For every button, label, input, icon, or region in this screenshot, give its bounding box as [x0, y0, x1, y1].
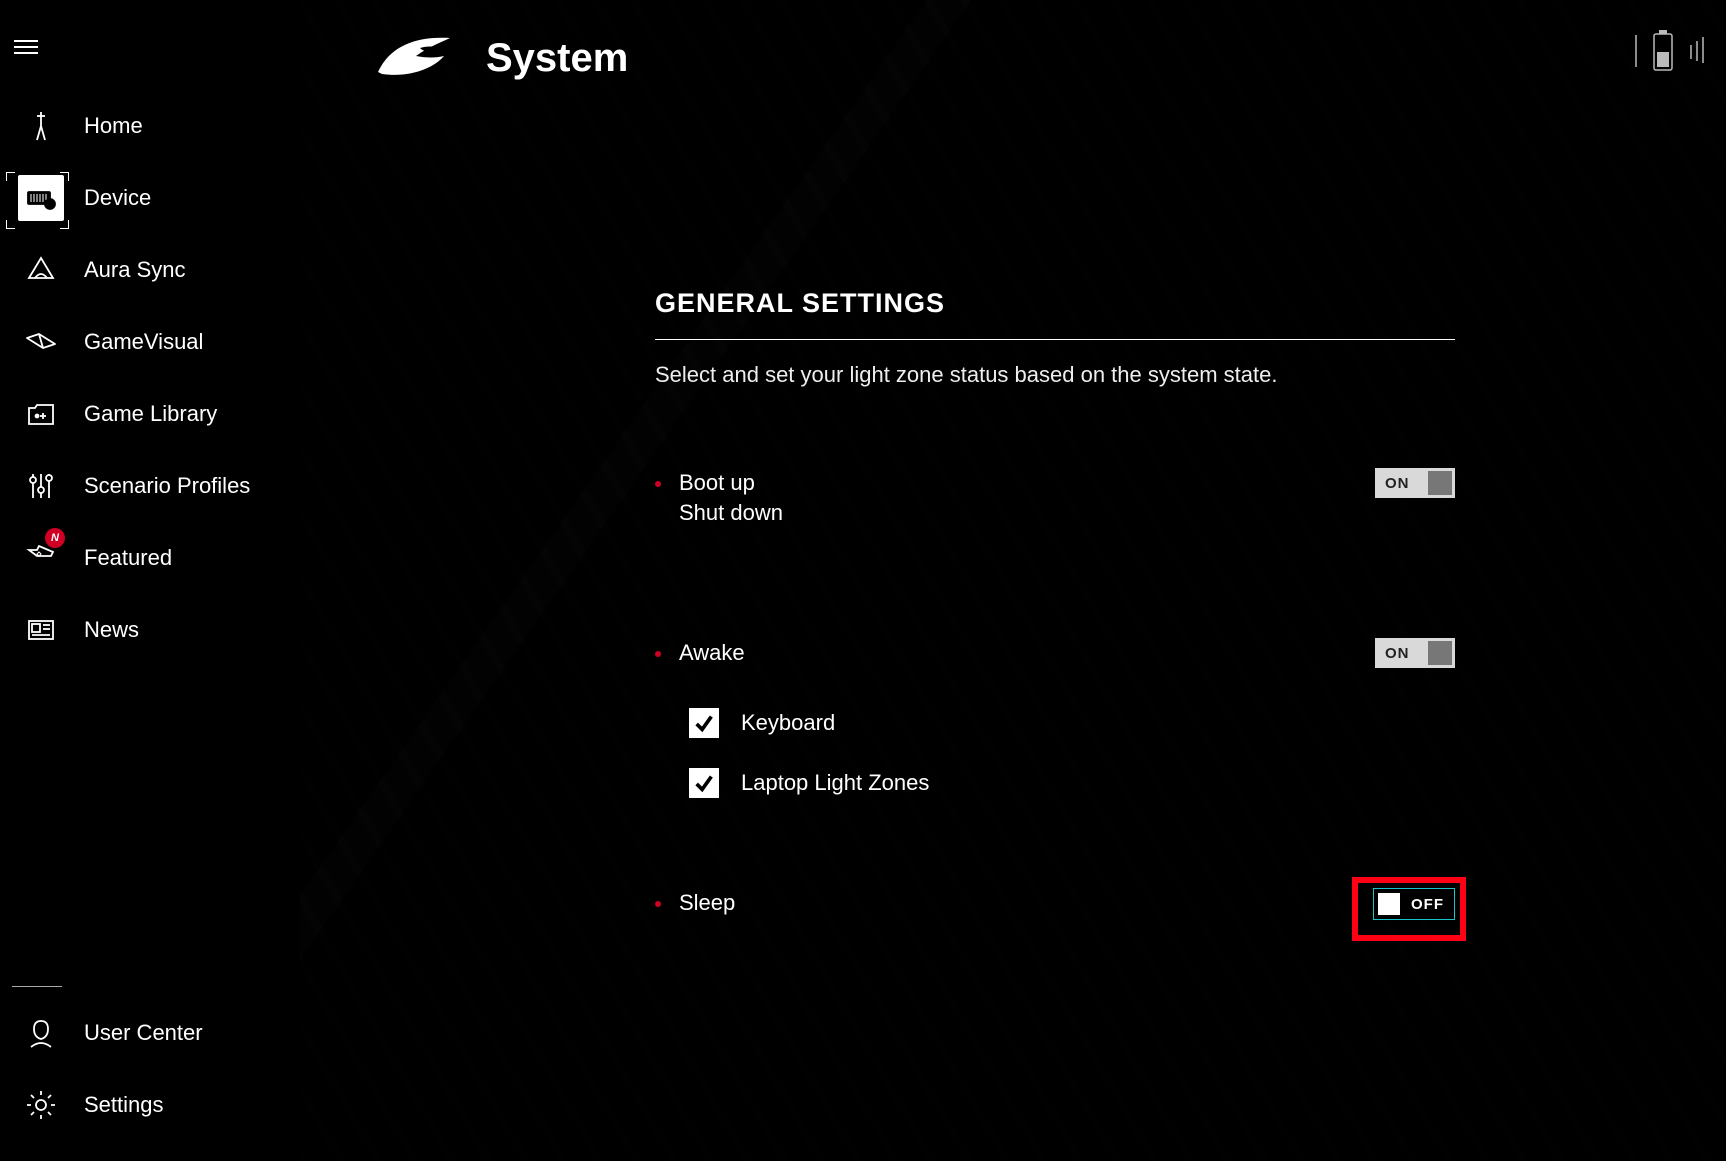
- toggle-awake-label: ON: [1385, 645, 1410, 662]
- sidebar-item-label: User Center: [84, 1020, 203, 1046]
- bullet-icon: [655, 901, 661, 907]
- battery-icon: [1648, 28, 1678, 79]
- sidebar-item-label: Device: [84, 185, 151, 211]
- divider: [12, 986, 62, 987]
- sidebar-item-game-library[interactable]: Game Library: [0, 378, 300, 450]
- home-icon: [18, 103, 64, 149]
- scenario-profiles-icon: [18, 463, 64, 509]
- toggle-boot-label: ON: [1385, 475, 1410, 492]
- divider-icon: [1634, 31, 1638, 76]
- page-title: System: [486, 36, 628, 81]
- signal-icon: [1688, 31, 1712, 76]
- menu-toggle-button[interactable]: [14, 36, 44, 58]
- aura-sync-icon: [18, 247, 64, 293]
- bullet-icon: [655, 651, 661, 657]
- user-center-icon: [18, 1010, 64, 1056]
- sidebar: Home Device Aura Sync GameVisual: [0, 0, 300, 1161]
- sidebar-item-device[interactable]: Device: [0, 162, 300, 234]
- sidebar-item-scenario-profiles[interactable]: Scenario Profiles: [0, 450, 300, 522]
- boot-label-line2: Shut down: [679, 498, 783, 528]
- setting-row-sleep: Sleep OFF: [655, 888, 1455, 918]
- gamevisual-icon: [18, 319, 64, 365]
- sidebar-item-label: Settings: [84, 1092, 164, 1118]
- boot-label-line1: Boot up: [679, 468, 783, 498]
- sidebar-item-label: GameVisual: [84, 329, 203, 355]
- checkbox-icon: [689, 708, 719, 738]
- sidebar-item-news[interactable]: News: [0, 594, 300, 666]
- sidebar-item-settings[interactable]: Settings: [0, 1069, 300, 1141]
- nav-list: Home Device Aura Sync GameVisual: [0, 90, 300, 666]
- sidebar-item-aura-sync[interactable]: Aura Sync: [0, 234, 300, 306]
- checkbox-icon: [689, 768, 719, 798]
- news-icon: [18, 607, 64, 653]
- checkbox-label: Keyboard: [741, 710, 835, 736]
- header: System: [370, 28, 628, 89]
- checkbox-keyboard[interactable]: Keyboard: [689, 708, 1455, 738]
- sidebar-item-label: Featured: [84, 545, 172, 571]
- setting-label-sleep: Sleep: [679, 888, 735, 918]
- sidebar-item-home[interactable]: Home: [0, 90, 300, 162]
- device-icon: [18, 175, 64, 221]
- section-title: GENERAL SETTINGS: [655, 288, 1455, 319]
- sidebar-item-featured[interactable]: N Featured: [0, 522, 300, 594]
- toggle-awake[interactable]: ON: [1375, 638, 1455, 668]
- sidebar-item-label: Aura Sync: [84, 257, 186, 283]
- sidebar-item-gamevisual[interactable]: GameVisual: [0, 306, 300, 378]
- new-badge: N: [45, 528, 65, 548]
- highlight-annotation: [1352, 877, 1466, 941]
- setting-row-boot: Boot up Shut down ON: [655, 468, 1455, 528]
- section-description: Select and set your light zone status ba…: [655, 362, 1455, 388]
- sidebar-item-user-center[interactable]: User Center: [0, 997, 300, 1069]
- toggle-boot[interactable]: ON: [1375, 468, 1455, 498]
- sidebar-item-label: Scenario Profiles: [84, 473, 250, 499]
- toggle-knob: [1428, 641, 1452, 665]
- checkbox-label: Laptop Light Zones: [741, 770, 929, 796]
- section-divider: [655, 339, 1455, 340]
- setting-label-awake: Awake: [679, 638, 745, 668]
- setting-label-boot: Boot up Shut down: [679, 468, 783, 528]
- sidebar-item-label: Home: [84, 113, 143, 139]
- status-indicators: [1634, 28, 1712, 79]
- rog-logo-icon: [370, 28, 458, 89]
- toggle-knob: [1428, 471, 1452, 495]
- sidebar-bottom: User Center Settings: [0, 986, 300, 1141]
- game-library-icon: [18, 391, 64, 437]
- checkbox-laptop-light-zones[interactable]: Laptop Light Zones: [689, 768, 1455, 798]
- sidebar-item-label: Game Library: [84, 401, 217, 427]
- settings-icon: [18, 1082, 64, 1128]
- main-content: GENERAL SETTINGS Select and set your lig…: [655, 288, 1455, 918]
- setting-row-awake: Awake ON: [655, 638, 1455, 668]
- bullet-icon: [655, 481, 661, 487]
- sidebar-item-label: News: [84, 617, 139, 643]
